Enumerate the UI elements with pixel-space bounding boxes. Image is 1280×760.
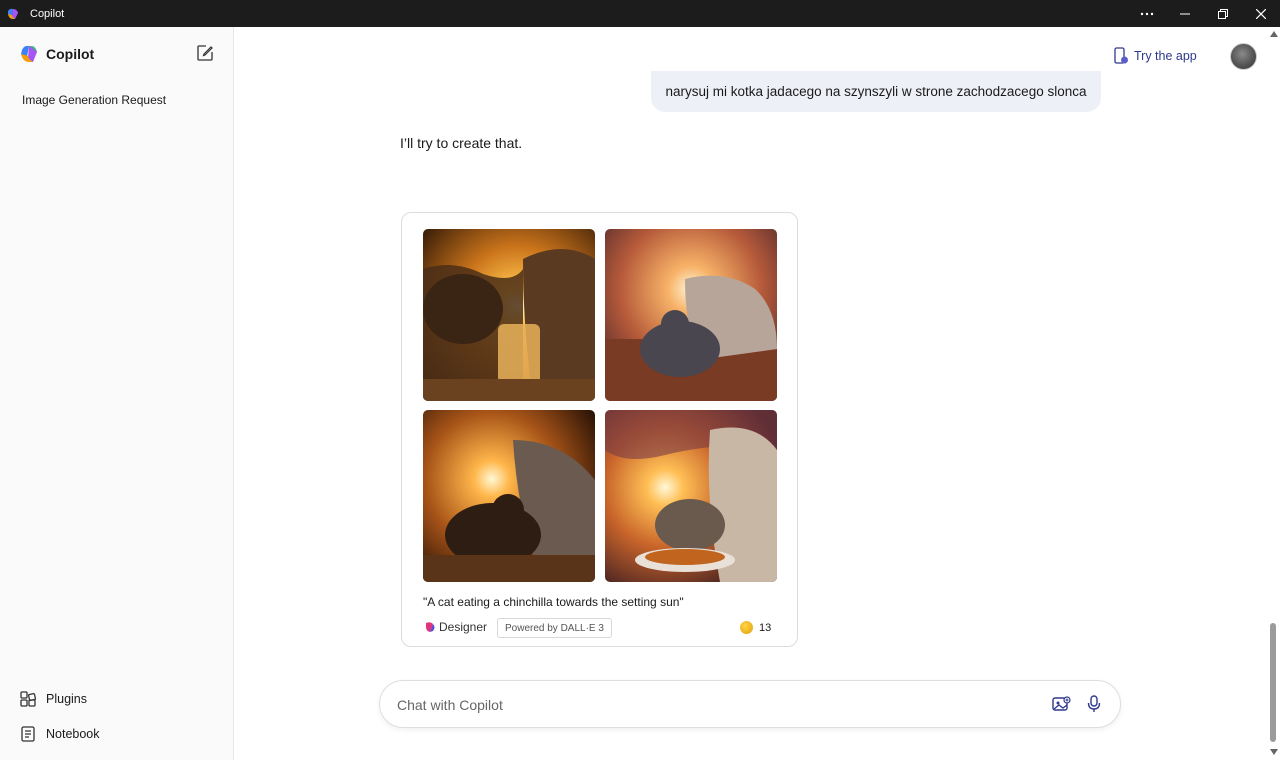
plugins-icon <box>20 691 37 707</box>
try-app-label: Try the app <box>1134 49 1197 63</box>
copilot-logo-icon <box>21 45 37 62</box>
notebook-icon <box>21 726 35 742</box>
title-bar: Copilot <box>0 0 1280 27</box>
phone-app-icon <box>1114 47 1128 64</box>
designer-logo-icon <box>426 622 435 632</box>
add-image-icon[interactable] <box>1051 694 1071 714</box>
close-window-button[interactable] <box>1242 0 1280 27</box>
microphone-icon[interactable] <box>1086 694 1102 714</box>
scroll-down-arrow-icon[interactable] <box>1270 749 1278 755</box>
new-chat-icon[interactable] <box>196 44 214 62</box>
brand-name: Copilot <box>46 46 95 62</box>
sidebar-item-label: Plugins <box>46 692 87 706</box>
bot-message: I’ll try to create that. <box>400 135 523 151</box>
try-app-link[interactable]: Try the app <box>1113 47 1197 65</box>
scrollbar[interactable] <box>1267 27 1280 760</box>
avatar[interactable] <box>1230 43 1257 70</box>
scroll-up-arrow-icon[interactable] <box>1270 31 1278 37</box>
more-options-button[interactable] <box>1128 0 1166 27</box>
copilot-logo-icon <box>8 8 18 19</box>
restore-icon <box>1218 8 1228 19</box>
more-icon <box>1140 12 1154 15</box>
sidebar-item-label: Notebook <box>46 727 100 741</box>
brand[interactable]: Copilot <box>19 44 94 64</box>
designer-link[interactable]: Designer <box>424 620 487 634</box>
restore-button[interactable] <box>1204 0 1242 27</box>
scrollbar-thumb[interactable] <box>1270 623 1276 742</box>
generated-image[interactable] <box>423 229 595 401</box>
close-icon <box>1256 8 1266 19</box>
history-item[interactable]: Image Generation Request <box>22 93 166 107</box>
boost-counter: ⚡ 13 <box>740 621 771 634</box>
minimize-button[interactable] <box>1166 0 1204 27</box>
chat-input-box <box>379 680 1121 728</box>
minimize-icon <box>1180 13 1190 14</box>
image-creator-card: "A cat eating a chinchilla towards the s… <box>401 212 798 647</box>
generated-image[interactable] <box>423 410 595 582</box>
generated-image[interactable] <box>605 410 777 582</box>
designer-label: Designer <box>439 620 488 634</box>
image-caption: "A cat eating a chinchilla towards the s… <box>423 595 684 609</box>
user-message: narysuj mi kotka jadacego na szynszyli w… <box>651 71 1101 112</box>
boost-coin-icon: ⚡ <box>740 621 753 634</box>
sidebar-item-plugins[interactable]: Plugins <box>19 690 87 708</box>
boost-count: 13 <box>759 621 772 634</box>
chat-area: Try the app narysuj mi kotka jadacego na… <box>235 27 1267 760</box>
chat-input[interactable] <box>397 695 1017 715</box>
window-title: Copilot <box>30 7 65 20</box>
sidebar-item-notebook[interactable]: Notebook <box>19 725 100 743</box>
powered-by-badge: Powered by DALL·E 3 <box>497 618 612 638</box>
sidebar: Copilot Image Generation Request Plugins… <box>0 27 234 760</box>
generated-image[interactable] <box>605 229 777 401</box>
